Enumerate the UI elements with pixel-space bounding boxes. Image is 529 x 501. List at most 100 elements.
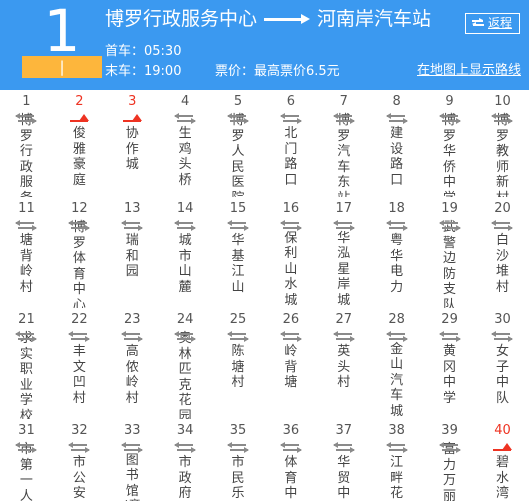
two-way-arrow-icon (68, 330, 91, 343)
station-cell[interactable]: 10 博罗教师新村 (476, 90, 529, 197)
station-cell[interactable]: 36 体育中心 (264, 419, 317, 501)
station-name: 塘背岭村 (19, 233, 33, 295)
station-name: 建设路口 (390, 126, 404, 188)
station-cell[interactable]: 9 博罗华侨中学 (423, 90, 476, 197)
station-name: 市民乐园 (231, 455, 245, 501)
station-cell[interactable]: 11 塘背岭村 (0, 197, 53, 308)
station-name: 陈塘村 (231, 344, 245, 390)
station-cell[interactable]: 3 协作城 (106, 90, 159, 197)
station-cell[interactable]: 18 粤华电力 (370, 197, 423, 308)
two-way-arrow-icon (174, 112, 197, 125)
two-way-arrow-icon (279, 441, 302, 454)
station-number: 4 (180, 94, 190, 109)
station-number: 18 (388, 201, 405, 216)
station-cell[interactable]: 7 博罗汽车东站 (317, 90, 370, 197)
two-way-arrow-icon (332, 219, 355, 231)
two-way-arrow-icon (279, 219, 302, 231)
return-trip-button[interactable]: 返程 (464, 13, 520, 34)
station-row: 1 博罗行政服务⋮ 2 俊雅豪庭 3 协作城 4 生鸡头桥 5 博罗人民医院 6 北门路口 7 博罗汽车东… (0, 90, 529, 197)
station-cell[interactable]: 16 保利山水城 (264, 197, 317, 308)
station-row: 21 求实职业学校 22 丰文凹村 23 高侬岭村 24 奥林匹克花园 25 陈塘村 26 岭背塘 27… (0, 308, 529, 419)
station-name: 保利山水城 (284, 230, 298, 308)
show-route-on-map-link[interactable]: 在地图上显示路线 (417, 62, 521, 80)
station-name: 博罗汽车东站 (337, 113, 351, 197)
station-cell[interactable]: 37 华贸中心 (317, 419, 370, 501)
station-row: 11 塘背岭村 12 博罗体育中心 13 瑞和园 14 城市山麓 15 华基江山 16 保利山水城 17… (0, 197, 529, 308)
station-cell[interactable]: 38 江畔花园 (370, 419, 423, 501)
station-number: 29 (441, 312, 458, 327)
station-cell[interactable]: 26 岭背塘 (264, 308, 317, 419)
station-cell[interactable]: 19 武警边防支队 (423, 197, 476, 308)
station-name: 图书馆(意⋮ (123, 452, 141, 501)
route-origin: 博罗行政服务中心 (105, 8, 258, 30)
station-cell[interactable]: 40 碧水湾 (476, 419, 529, 501)
station-cell[interactable]: 39富力万丽酒店 (423, 419, 476, 501)
station-cell[interactable]: 31市第一人民⋮ (0, 419, 53, 501)
station-number: 22 (71, 312, 88, 327)
station-name: 丰文凹村 (72, 344, 86, 406)
station-name: 博罗体育中心 (72, 220, 86, 308)
station-row: 31市第一人民⋮32市公安局33图书馆(意⋮34市政府35市民乐园36体育中心3… (0, 419, 529, 501)
two-way-arrow-icon (385, 441, 408, 454)
station-number: 1 (22, 94, 31, 109)
station-cell[interactable]: 27 英头村 (317, 308, 370, 419)
station-cell[interactable]: 14 城市山麓 (159, 197, 212, 308)
station-number: 3 (128, 94, 137, 109)
station-cell[interactable]: 21 求实职业学校 (0, 308, 53, 419)
route-number: 1 (43, 0, 81, 65)
station-number: 27 (335, 312, 353, 327)
station-cell[interactable]: 32 市公安局 (53, 419, 106, 501)
two-way-arrow-icon (174, 441, 197, 454)
two-way-arrow-icon (279, 112, 302, 125)
station-cell[interactable]: 23 高侬岭村 (106, 308, 159, 419)
station-name: 博罗教师新村 (495, 113, 509, 197)
station-number: 7 (339, 94, 348, 109)
station-number: 35 (229, 423, 247, 438)
station-name: 江畔花园 (390, 455, 404, 501)
station-name: 博罗行政服务⋮ (19, 113, 33, 197)
station-cell[interactable]: 1 博罗行政服务⋮ (0, 90, 53, 197)
station-name: 粤华电力 (390, 233, 404, 295)
bus-route-page: 1 | 博罗行政服务中心 河南岸汽车站 返程 首车：05:30 末车：19:00 (0, 0, 529, 501)
station-name: 俊雅豪庭 (72, 126, 86, 188)
station-cell[interactable]: 29 黄冈中学 (423, 308, 476, 419)
station-cell[interactable]: 33 图书馆(意⋮ (106, 419, 159, 501)
station-cell[interactable]: 28 金山汽车城 (370, 308, 423, 419)
two-way-arrow-icon (68, 441, 91, 454)
station-cell[interactable]: 15 华基江山 (212, 197, 265, 308)
two-way-arrow-icon (15, 219, 38, 232)
station-cell[interactable]: 25 陈塘村 (212, 308, 265, 419)
station-cell[interactable]: 13 瑞和园 (106, 197, 159, 308)
station-name: 市公安局 (72, 455, 86, 501)
station-number: 5 (233, 94, 243, 109)
station-cell[interactable]: 2 俊雅豪庭 (53, 90, 106, 197)
station-cell[interactable]: 34 市政府 (159, 419, 212, 501)
station-number: 36 (282, 423, 300, 438)
station-cell[interactable]: 12 博罗体育中心 (53, 197, 106, 308)
one-way-arrow-icon (121, 112, 143, 125)
two-way-arrow-icon (491, 330, 514, 343)
station-cell[interactable]: 6 北门路口 (264, 90, 317, 197)
two-way-arrow-icon (385, 330, 408, 342)
station-cell[interactable]: 8 建设路口 (370, 90, 423, 197)
station-name: 武警边防支队 (443, 220, 457, 308)
station-cell[interactable]: 5 博罗人民医院 (212, 90, 265, 197)
station-cell[interactable]: 4 生鸡头桥 (159, 90, 212, 197)
station-number: 32 (71, 423, 88, 438)
station-number: 16 (282, 201, 300, 216)
station-name: 金山汽车城 (390, 341, 404, 419)
route-title: 博罗行政服务中心 河南岸汽车站 (105, 6, 431, 32)
station-cell[interactable]: 30 女子中队 (476, 308, 529, 419)
station-cell[interactable]: 17 华泓星岸城 (317, 197, 370, 308)
station-cell[interactable]: 22 丰文凹村 (53, 308, 106, 419)
station-number: 34 (176, 423, 194, 438)
station-cell[interactable]: 24 奥林匹克花园 (159, 308, 212, 419)
two-way-arrow-icon (279, 330, 302, 343)
station-cell[interactable]: 35 市民乐园 (212, 419, 265, 501)
first-bus-row: 首车：05:30 (105, 42, 340, 62)
route-header: 1 | 博罗行政服务中心 河南岸汽车站 返程 首车：05:30 末车：19:00 (0, 0, 529, 90)
station-number: 14 (176, 201, 194, 216)
station-cell[interactable]: 20 白沙堆村 (476, 197, 529, 308)
station-name: 高侬岭村 (125, 344, 139, 406)
station-grid: 1 博罗行政服务⋮ 2 俊雅豪庭 3 协作城 4 生鸡头桥 5 博罗人民医院 6 北门路口 7 博罗汽车东… (0, 90, 529, 501)
